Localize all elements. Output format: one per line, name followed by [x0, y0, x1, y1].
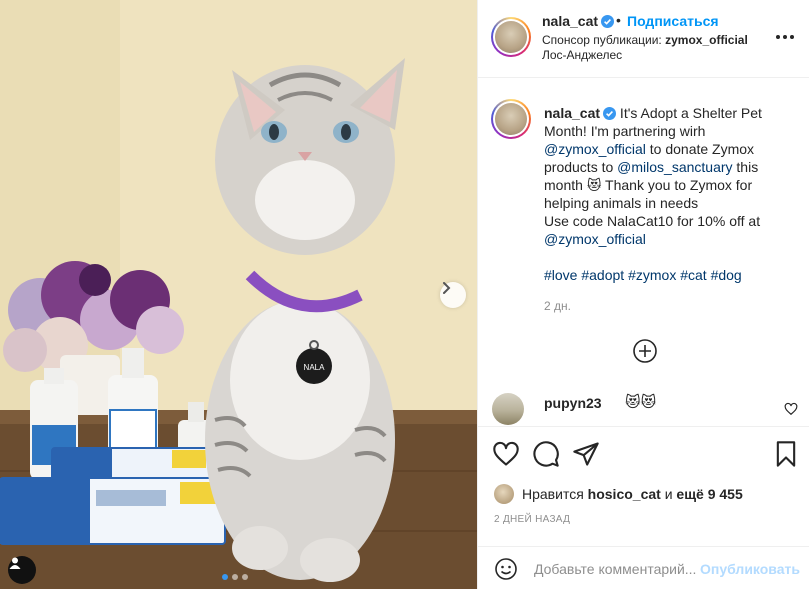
sponsor-name[interactable]: zymox_official: [665, 33, 748, 47]
emoji-picker-button[interactable]: [494, 557, 518, 581]
hashtag-link[interactable]: #adopt: [581, 267, 624, 283]
more-horizontal-icon: [776, 35, 794, 39]
post-modal: NALA nala_cat • Подписаться Спонсор публ…: [0, 0, 809, 589]
mention-link[interactable]: @milos_sanctuary: [617, 159, 732, 175]
verified-badge-icon: [601, 15, 615, 28]
direct-share-icon: [573, 442, 599, 466]
sponsor-prefix: Спонсор публикации:: [542, 33, 662, 47]
comment-input[interactable]: [534, 557, 696, 581]
carousel-dot: [232, 574, 238, 580]
comment-button[interactable]: [532, 440, 560, 468]
post-header: nala_cat • Подписаться Спонсор публикаци…: [478, 0, 809, 78]
separator-dot: •: [616, 12, 621, 28]
emoji: 😻: [586, 177, 602, 193]
mention-link[interactable]: @zymox_official: [544, 231, 646, 247]
smiley-icon: [495, 558, 517, 580]
likes-prefix: Нравится: [522, 486, 584, 502]
carousel-dot-active: [222, 574, 228, 580]
caption-time[interactable]: 2 дн.: [544, 299, 571, 313]
post-caption: nala_cat It's Adopt a Shelter Pet Month!…: [544, 104, 796, 284]
liker-username[interactable]: hosico_cat: [588, 486, 661, 502]
carousel-dots: [222, 574, 248, 580]
add-comment-bar: Опубликовать: [478, 546, 809, 589]
post-actions: [478, 426, 809, 482]
post-sidebar: nala_cat • Подписаться Спонсор публикаци…: [477, 0, 809, 589]
likes-summary: Нравится hosico_cat и ещё 9 455: [494, 484, 743, 504]
user-tags-icon: [9, 557, 21, 569]
hashtag-link[interactable]: #zymox: [628, 267, 676, 283]
carousel-dot: [242, 574, 248, 580]
chevron-right-icon: [443, 282, 451, 294]
plus-circle-icon: [633, 339, 657, 363]
author-avatar[interactable]: [491, 17, 531, 57]
hashtag-link[interactable]: #dog: [711, 267, 742, 283]
liker-avatar[interactable]: [494, 484, 514, 504]
post-date[interactable]: 2 ДНЕЙ НАЗАД: [494, 514, 570, 525]
commenter-avatar[interactable]: [492, 393, 524, 425]
load-more-comments-button[interactable]: [632, 338, 658, 364]
comment-item: pupyn23 😻😻: [492, 393, 802, 425]
save-button[interactable]: [772, 440, 800, 468]
post-location[interactable]: Лос-Анджелес: [542, 48, 622, 62]
publish-comment-button[interactable]: Опубликовать: [700, 561, 800, 577]
like-button[interactable]: [492, 440, 520, 468]
post-photo[interactable]: NALA: [0, 0, 477, 589]
heart-icon: [784, 402, 798, 416]
caption-username[interactable]: nala_cat: [544, 105, 617, 121]
user-tags-button[interactable]: [8, 556, 36, 584]
more-options-button[interactable]: [774, 28, 796, 46]
hashtag-link[interactable]: #cat: [680, 267, 706, 283]
caption-avatar[interactable]: [491, 99, 531, 139]
verified-badge-icon: [603, 107, 617, 120]
subscribe-button[interactable]: Подписаться: [627, 13, 719, 29]
comment-like-button[interactable]: [784, 402, 798, 416]
share-button[interactable]: [572, 440, 600, 468]
comment-text: 😻😻: [625, 394, 657, 411]
sponsor-line: Спонсор публикации: zymox_official: [542, 33, 748, 47]
heart-icon: [493, 441, 519, 466]
comments-section: nala_cat It's Adopt a Shelter Pet Month!…: [478, 79, 809, 425]
commenter-username[interactable]: pupyn23: [544, 395, 602, 411]
cat-photo-illustration: NALA: [0, 0, 477, 589]
cat-tag-text: NALA: [304, 363, 326, 372]
carousel-next-button[interactable]: [440, 282, 466, 308]
hashtag-link[interactable]: #love: [544, 267, 577, 283]
likes-conjunction: и: [664, 486, 673, 502]
author-username[interactable]: nala_cat: [542, 13, 615, 29]
likes-count[interactable]: ещё 9 455: [676, 486, 742, 502]
mention-link[interactable]: @zymox_official: [544, 141, 646, 157]
caption-text: Use code NalaCat10 for 10% off at: [544, 213, 761, 229]
comment-icon: [533, 441, 559, 467]
bookmark-icon: [776, 441, 796, 467]
